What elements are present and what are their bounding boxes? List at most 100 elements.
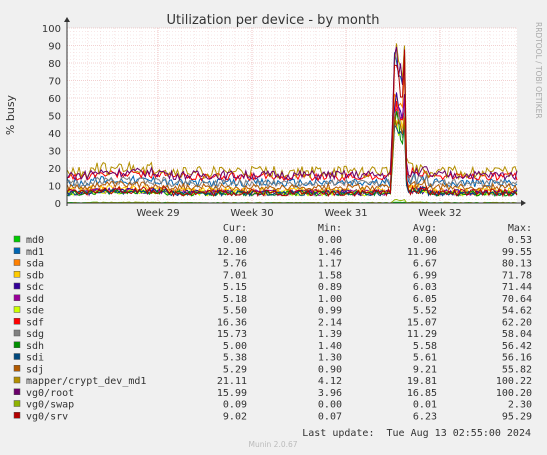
legend-value-cur: 5.50 (223, 306, 247, 317)
legend-swatch (13, 329, 21, 337)
legend-swatch (13, 294, 21, 301)
y-tick-label: 70 (48, 77, 61, 88)
y-tick-label: 50 (48, 112, 61, 123)
munin-footer: Munin 2.0.67 (248, 440, 297, 449)
y-tick-label: 20 (48, 164, 61, 175)
chart: Utilization per device - by month % busy… (4, 13, 543, 449)
x-tick-label: Week 32 (418, 208, 461, 219)
legend-value-avg: 6.05 (413, 294, 437, 305)
legend-value-min: 1.58 (318, 270, 342, 281)
legend-value-avg: 5.61 (413, 353, 437, 364)
legend-value-cur: 5.29 (223, 364, 247, 375)
legend-value-cur: 5.00 (223, 341, 247, 352)
legend-value-min: 0.90 (318, 364, 342, 375)
legend-label: md1 (26, 247, 44, 258)
legend-value-avg: 9.21 (413, 364, 437, 375)
legend-swatch (13, 341, 21, 348)
x-tick-label: Week 31 (324, 208, 367, 219)
legend-label: sdb (26, 270, 44, 281)
legend-swatch (13, 412, 21, 419)
legend-header-min: Min: (318, 223, 342, 234)
legend-label: vg0/swap (26, 400, 74, 411)
legend-value-avg: 16.85 (407, 388, 437, 399)
legend-label: sdj (26, 364, 44, 375)
legend-value-min: 0.00 (318, 400, 342, 411)
legend-label: sdf (26, 317, 44, 328)
legend-header-cur: Cur: (223, 223, 247, 234)
legend-value-avg: 11.29 (407, 329, 437, 340)
legend-label: mapper/crypt_dev_md1 (26, 376, 146, 387)
y-tick-label: 80 (48, 59, 61, 70)
legend-label: sdh (26, 341, 44, 352)
legend-label: sdg (26, 329, 44, 340)
legend-value-avg: 11.96 (407, 247, 437, 258)
legend-swatch (13, 400, 21, 407)
legend-swatch (13, 271, 21, 278)
legend-value-min: 0.89 (318, 282, 342, 293)
legend-value-cur: 15.73 (217, 329, 247, 340)
legend-label: vg0/srv (26, 411, 68, 422)
legend-value-min: 3.96 (318, 388, 342, 399)
legend-value-max: 56.42 (502, 341, 532, 352)
legend-value-avg: 5.52 (413, 306, 437, 317)
legend-swatch (13, 376, 21, 384)
legend-swatch (13, 306, 21, 313)
legend-value-avg: 15.07 (407, 317, 437, 328)
legend-value-max: 95.29 (502, 411, 532, 422)
x-axis-arrow (521, 200, 526, 206)
legend-value-max: 55.82 (502, 364, 532, 375)
legend-value-cur: 5.18 (223, 294, 247, 305)
legend-value-avg: 0.00 (413, 235, 437, 246)
legend-value-cur: 7.01 (223, 270, 247, 281)
legend-swatch (13, 282, 21, 290)
legend-label: sdc (26, 282, 44, 293)
y-axis-label: % busy (4, 94, 17, 135)
legend-value-avg: 6.23 (413, 411, 437, 422)
legend-value-cur: 21.11 (217, 376, 247, 387)
legend-value-max: 54.62 (502, 306, 532, 317)
y-axis-arrow (64, 17, 70, 22)
legend-value-cur: 0.09 (223, 400, 247, 411)
legend-value-max: 71.78 (502, 270, 532, 281)
legend-value-min: 0.99 (318, 306, 342, 317)
legend-value-avg: 6.67 (413, 259, 437, 270)
legend-swatch (13, 235, 21, 243)
legend-value-max: 62.20 (502, 317, 532, 328)
legend-label: vg0/root (26, 388, 74, 399)
legend-value-min: 4.12 (318, 376, 342, 387)
legend-value-min: 1.39 (318, 329, 342, 340)
chart-title: Utilization per device - by month (167, 13, 380, 28)
x-tick-labels: Week 29 Week 30 Week 31 Week 32 (136, 208, 461, 219)
legend-value-min: 1.00 (318, 294, 342, 305)
legend-value-cur: 5.76 (223, 259, 247, 270)
y-tick-label: 60 (48, 94, 61, 105)
y-tick-label: 0 (55, 199, 61, 210)
legend-value-cur: 0.00 (223, 235, 247, 246)
legend: Cur: Min: Avg: Max: md0 0.00 0.00 0.00 0.53 md1 12… (13, 223, 532, 422)
legend-value-avg: 19.81 (407, 376, 437, 387)
y-tick-label: 30 (48, 147, 61, 158)
legend-value-max: 99.55 (502, 247, 532, 258)
legend-label: sdi (26, 353, 44, 364)
legend-value-cur: 5.38 (223, 353, 247, 364)
legend-value-cur: 5.15 (223, 282, 247, 293)
legend-value-cur: 9.02 (223, 411, 247, 422)
legend-swatch (13, 259, 21, 266)
legend-swatch (13, 247, 21, 254)
legend-value-cur: 16.36 (217, 317, 247, 328)
legend-swatch (13, 365, 21, 372)
legend-label: sde (26, 306, 44, 317)
legend-value-max: 0.53 (508, 235, 532, 246)
last-update: Last update: Tue Aug 13 02:55:00 2024 (302, 428, 531, 439)
legend-swatch (13, 388, 21, 395)
y-tick-label: 40 (48, 129, 61, 140)
y-tick-label: 10 (48, 182, 61, 193)
legend-value-max: 71.44 (502, 282, 532, 293)
legend-value-cur: 15.99 (217, 388, 247, 399)
legend-label: sda (26, 259, 44, 270)
legend-value-min: 0.00 (318, 235, 342, 246)
legend-value-min: 1.46 (318, 247, 342, 258)
legend-header-avg: Avg: (413, 223, 437, 234)
legend-value-avg: 6.03 (413, 282, 437, 293)
rrdtool-side-label: RRDTOOL / TOBI OETIKER (534, 22, 543, 119)
